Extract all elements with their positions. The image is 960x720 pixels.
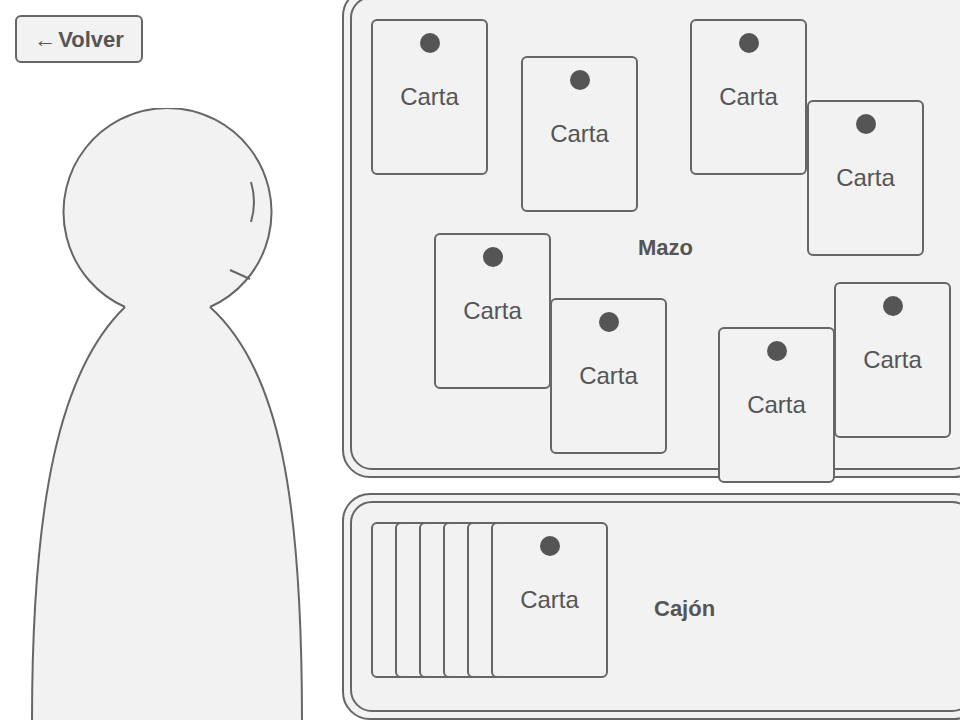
card-stack: Carta [371,522,608,678]
card-label: Carta [747,391,806,419]
card-hole-icon [420,33,440,53]
card[interactable]: Carta [690,19,807,175]
drawer-label: Cajón [654,592,715,625]
card-hole-icon [767,341,787,361]
card[interactable]: Carta [491,522,608,678]
card-hole-icon [599,312,619,332]
card[interactable]: Carta [550,298,667,454]
card-label: Carta [400,83,459,111]
deck-label: Mazo [638,231,693,264]
card-label: Carta [520,586,579,614]
card[interactable]: Carta [521,56,638,212]
card-label: Carta [719,83,778,111]
left-column: ←Volver [0,0,342,720]
card-hole-icon [540,536,560,556]
drawer-panel: Carta Cajón [342,493,960,720]
card-label: Carta [463,297,522,325]
card[interactable]: Carta [371,19,488,175]
card-hole-icon [570,70,590,90]
card-hole-icon [856,114,876,134]
card[interactable]: Carta [434,233,551,389]
player-figure-icon [0,108,342,720]
card-hole-icon [739,33,759,53]
arrow-left-icon: ← [34,23,56,56]
card-label: Carta [550,120,609,148]
deck-panel: Mazo Carta Carta Carta Carta Carta Carta Carta C… [342,0,960,478]
card[interactable]: Carta [718,327,835,483]
game-screen: ←VolverMazoCartaCartaCartaCartaCartaCart… [0,0,960,720]
back-label: Volver [58,23,124,56]
card-hole-icon [483,247,503,267]
card-label: Carta [863,346,922,374]
right-column: MazoCartaCartaCartaCartaCartaCartaCartaC… [342,0,960,720]
card-label: Carta [579,362,638,390]
card[interactable]: Carta [834,282,951,438]
back-button[interactable]: ←Volver [15,15,143,63]
card-hole-icon [883,296,903,316]
card[interactable]: Carta [807,100,924,256]
card-label: Carta [836,164,895,192]
